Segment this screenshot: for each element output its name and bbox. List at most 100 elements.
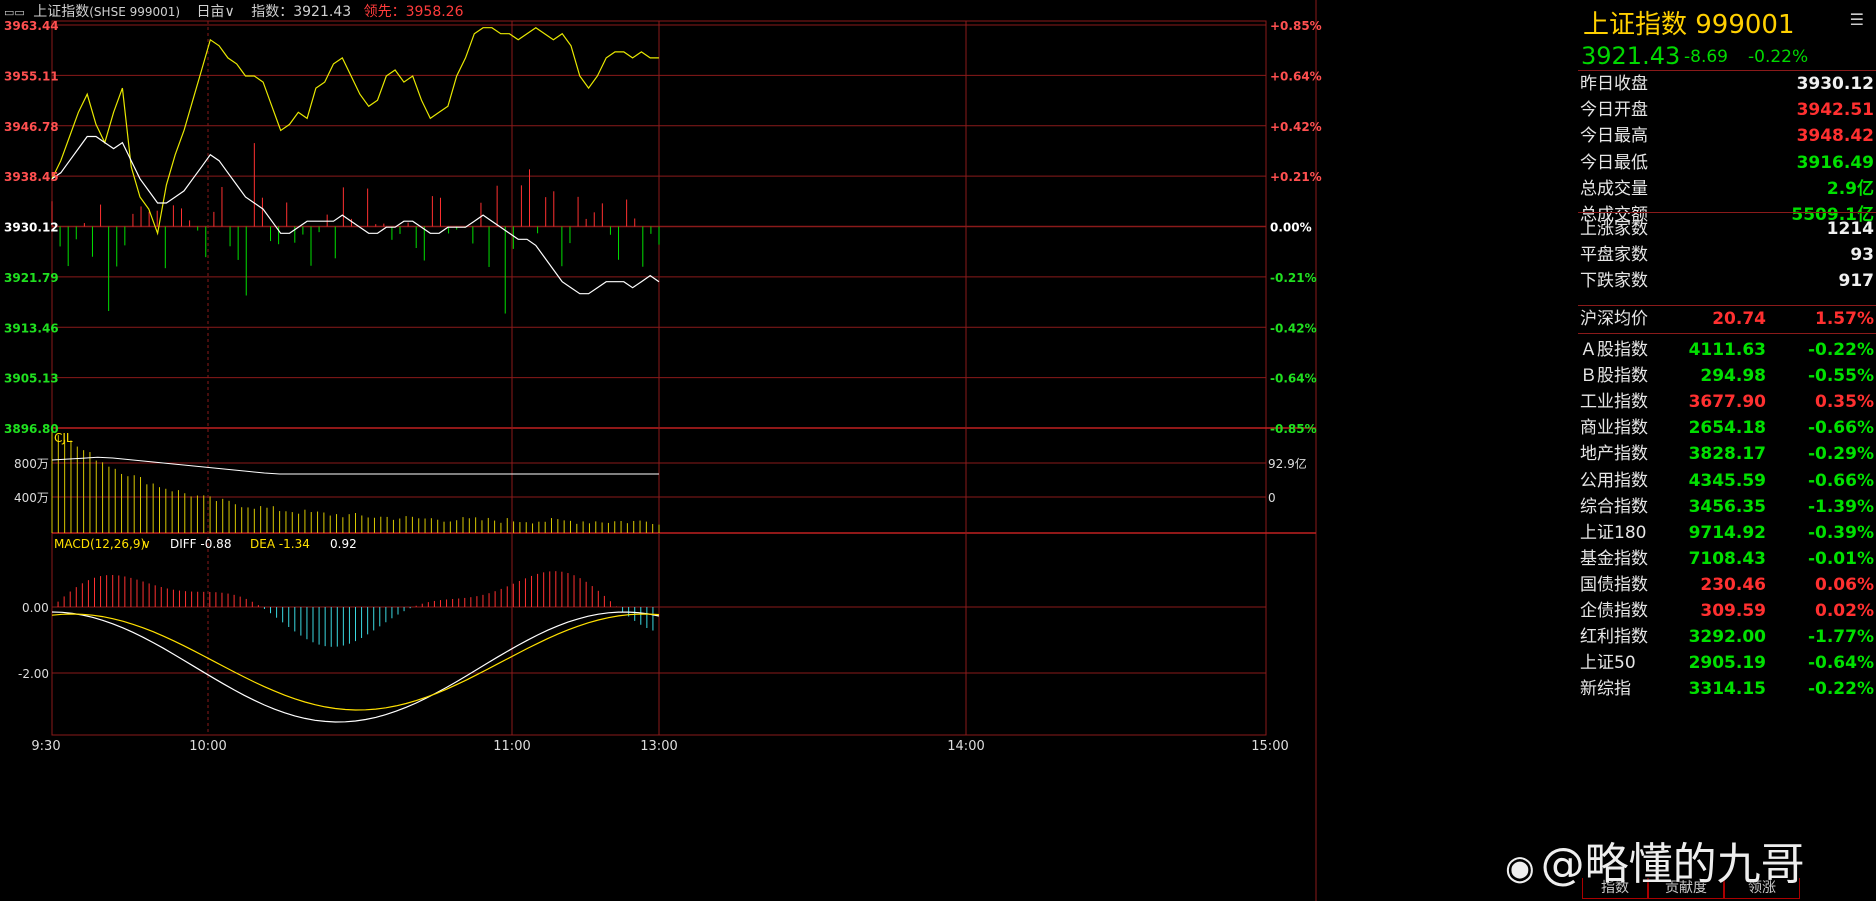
divider (1578, 333, 1876, 334)
index-pct: 0.02% (1815, 601, 1874, 621)
index-row[interactable]: 工业指数 3677.90 0.35% (1578, 389, 1876, 415)
volume-tick-label: 400万 (14, 491, 49, 505)
index-row[interactable]: 企债指数 309.59 0.02% (1578, 598, 1876, 624)
index-row[interactable]: 新综指 3314.15 -0.22% (1578, 676, 1876, 702)
avg-price-line (51, 135, 660, 295)
macd-diff-label: DIFF -0.88 (170, 537, 231, 551)
breadth-value: 93 (1850, 245, 1874, 266)
pct-axis-label: +0.21% (1270, 170, 1322, 184)
time-axis-label: 15:00 (1251, 739, 1288, 754)
breadth-label: 平盘家数 (1580, 245, 1648, 266)
index-row[interactable]: 上证180 9714.92 -0.39% (1578, 520, 1876, 546)
index-label: Ｂ股指数 (1580, 366, 1648, 387)
stat-value: 3948.42 (1796, 126, 1874, 147)
pct-axis-label: +0.42% (1270, 120, 1322, 134)
stat-row: 今日最高 3948.42 (1578, 123, 1876, 149)
index-label: 基金指数 (1580, 548, 1648, 569)
index-value: 4111.63 (1688, 340, 1766, 360)
index-pct: -1.77% (1807, 627, 1874, 648)
index-pct: -0.01% (1807, 548, 1874, 569)
price-axis-label: 3921.79 (4, 271, 59, 285)
breadth-value: 917 (1838, 271, 1875, 292)
index-pct: -0.64% (1807, 653, 1874, 674)
index-row[interactable]: 上证50 2905.19 -0.64% (1578, 650, 1876, 676)
hs-avg-value: 20.74 (1712, 309, 1766, 329)
price-axis-label: 3896.80 (4, 422, 59, 436)
breadth-row: 平盘家数 93 (1578, 242, 1876, 268)
index-row[interactable]: 地产指数 3828.17 -0.29% (1578, 441, 1876, 467)
stat-row: 今日开盘 3942.51 (1578, 97, 1876, 123)
index-value: 3828.17 (1688, 444, 1766, 465)
menu-icon[interactable]: ☰ (1850, 10, 1864, 29)
index-pct: -0.29% (1807, 444, 1874, 465)
index-pct: -0.66% (1807, 418, 1874, 439)
chevron-down-icon: ∨ (142, 537, 151, 551)
index-label: 上证180 (1580, 522, 1647, 543)
time-axis-label: 13:00 (640, 739, 677, 754)
stat-row: 总成交量 2.9亿 (1578, 176, 1876, 202)
pct-axis-label: 0.00% (1270, 221, 1312, 235)
index-pct: -0.66% (1807, 470, 1874, 491)
index-pct: -0.39% (1807, 522, 1874, 543)
stat-label: 今日最高 (1580, 126, 1648, 147)
index-row[interactable]: 综合指数 3456.35 -1.39% (1578, 494, 1876, 520)
index-value: 3292.00 (1688, 627, 1766, 648)
breadth-label: 下跌家数 (1580, 271, 1648, 292)
index-value: 2905.19 (1688, 653, 1766, 674)
index-row[interactable]: 红利指数 3292.00 -1.77% (1578, 624, 1876, 650)
index-row[interactable]: 公用指数 4345.59 -0.66% (1578, 468, 1876, 494)
stat-value: 2.9亿 (1826, 178, 1874, 199)
index-pct: 0.35% (1815, 392, 1874, 413)
index-value: 309.59 (1700, 601, 1766, 621)
stat-row: 今日最低 3916.49 (1578, 150, 1876, 176)
index-label: 新综指 (1580, 679, 1631, 700)
stat-value: 3916.49 (1796, 152, 1874, 173)
price-axis-label: 3963.44 (4, 19, 59, 33)
stat-value: 3942.51 (1796, 100, 1874, 121)
index-pct: -0.55% (1807, 366, 1874, 387)
quote-title: 上证指数 999001 (1583, 10, 1795, 40)
index-value: 294.98 (1700, 366, 1766, 387)
index-row[interactable]: Ａ股指数 4111.63 -0.22% (1578, 337, 1876, 363)
pct-axis-label: +0.64% (1270, 69, 1322, 83)
breadth-value: 1214 (1826, 219, 1874, 239)
index-value: 3456.35 (1688, 496, 1766, 517)
index-label: 公用指数 (1580, 470, 1648, 491)
index-row[interactable]: Ｂ股指数 294.98 -0.55% (1578, 363, 1876, 389)
pct-axis-label: -0.85% (1270, 422, 1317, 436)
index-label: 国债指数 (1580, 574, 1648, 595)
hs-avg-row[interactable]: 沪深均价 20.74 1.57% (1578, 306, 1876, 332)
macd-tick-label: 0.00 (22, 601, 49, 615)
time-axis-label: 14:00 (947, 739, 984, 754)
watermark-text: @略懂的九哥 (1540, 839, 1805, 890)
quote-price: 3921.43 (1581, 42, 1681, 70)
volume-average-line (51, 456, 659, 475)
watermark: ◉ @略懂的九哥 (1505, 828, 1805, 892)
index-value: 9714.92 (1688, 522, 1766, 543)
index-label: 红利指数 (1580, 627, 1648, 648)
breadth-row: 下跌家数 917 (1578, 268, 1876, 294)
intraday-chart[interactable]: 3963.44 +0.85% 3955.11 +0.64% 3946.78 +0.42% 3… (0, 0, 1578, 901)
breadth-label: 上涨家数 (1580, 219, 1648, 239)
breadth-row: 上涨家数 1214 (1578, 216, 1876, 242)
index-label: 综合指数 (1580, 496, 1648, 517)
volume-tick-label: 92.9亿 (1268, 456, 1307, 471)
index-pct: 0.06% (1815, 574, 1874, 595)
stat-label: 总成交量 (1580, 178, 1648, 199)
index-row[interactable]: 国债指数 230.46 0.06% (1578, 572, 1876, 598)
price-lines (51, 26, 660, 295)
index-row[interactable]: 商业指数 2654.18 -0.66% (1578, 415, 1876, 441)
index-label: 地产指数 (1580, 444, 1648, 465)
index-row[interactable]: 基金指数 7108.43 -0.01% (1578, 546, 1876, 572)
macd-dea-label: DEA -1.34 (250, 537, 310, 551)
index-pct: -0.22% (1807, 679, 1874, 700)
index-value: 4345.59 (1688, 470, 1766, 491)
time-axis-label: 11:00 (493, 739, 530, 754)
volume-line (51, 456, 659, 475)
price-axis-label: 3955.11 (4, 69, 59, 83)
stat-value: 3930.12 (1796, 74, 1874, 94)
chart-grid (51, 0, 1317, 901)
stat-label: 昨日收盘 (1580, 74, 1648, 94)
pct-axis-label: -0.64% (1270, 372, 1317, 386)
volume-tick-label: 800万 (14, 457, 49, 471)
